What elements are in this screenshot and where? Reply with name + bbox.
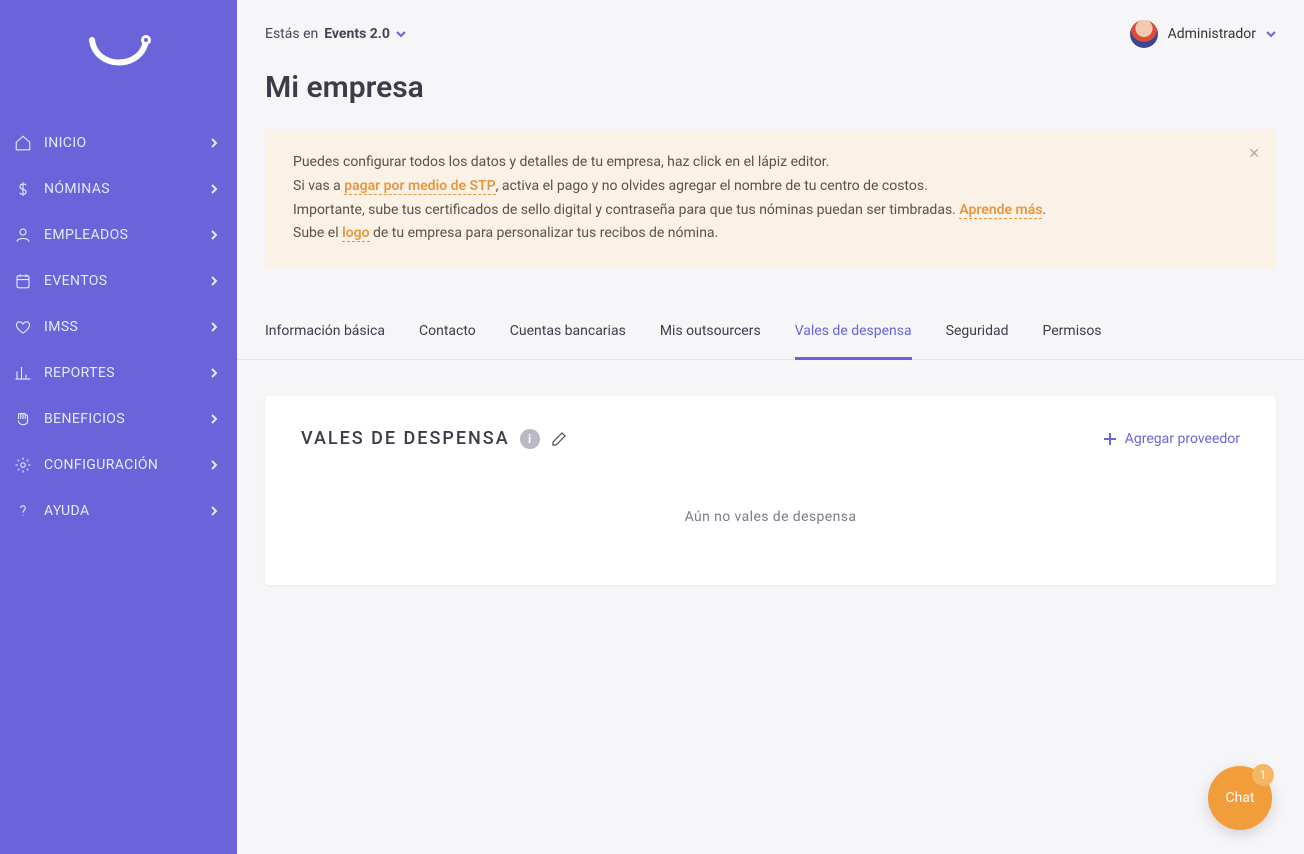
alert-line-4: Sube el logo de tu empresa para personal…: [293, 222, 1248, 246]
sidebar-item-label: INICIO: [44, 135, 87, 151]
tab-informacion-basica[interactable]: Información básica: [265, 309, 385, 360]
tab-cuentas-bancarias[interactable]: Cuentas bancarias: [510, 309, 626, 360]
sidebar: INICIO NÓMINAS EMPLEADOS: [0, 0, 237, 854]
learn-more-link[interactable]: Aprende más: [959, 202, 1042, 219]
sidebar-item-label: NÓMINAS: [44, 181, 110, 197]
workspace-prefix: Estás en: [265, 26, 318, 42]
tab-permisos[interactable]: Permisos: [1043, 309, 1102, 360]
close-icon[interactable]: ✕: [1248, 143, 1260, 167]
workspace-selector[interactable]: Estás en Events 2.0: [265, 26, 406, 42]
avatar: [1130, 20, 1158, 48]
dollar-icon: [14, 180, 32, 198]
sidebar-item-configuracion[interactable]: CONFIGURACIÓN: [0, 442, 237, 488]
chevron-right-icon: [209, 460, 219, 470]
tab-contacto[interactable]: Contacto: [419, 309, 476, 360]
info-alert: ✕ Puedes configurar todos los datos y de…: [265, 129, 1276, 268]
add-provider-label: Agregar proveedor: [1125, 431, 1240, 447]
tabs: Información básica Contacto Cuentas banc…: [237, 308, 1304, 360]
sidebar-item-inicio[interactable]: INICIO: [0, 120, 237, 166]
main: Estás en Events 2.0 Administrador Mi emp…: [237, 0, 1304, 854]
sidebar-item-label: EVENTOS: [44, 273, 108, 289]
sidebar-item-imss[interactable]: IMSS: [0, 304, 237, 350]
sidebar-item-label: EMPLEADOS: [44, 227, 128, 243]
workspace-name: Events 2.0: [324, 26, 390, 42]
card-title: VALES DE DESPENSA: [301, 428, 510, 449]
chevron-right-icon: [209, 368, 219, 378]
chat-label: Chat: [1225, 790, 1254, 806]
chat-button[interactable]: Chat 1: [1208, 766, 1272, 830]
help-icon: [14, 502, 32, 520]
tab-vales-de-despensa[interactable]: Vales de despensa: [795, 309, 912, 360]
sidebar-item-nominas[interactable]: NÓMINAS: [0, 166, 237, 212]
hand-icon: [14, 410, 32, 428]
page-title: Mi empresa: [237, 60, 1304, 129]
sidebar-item-label: AYUDA: [44, 503, 90, 519]
home-icon: [14, 134, 32, 152]
nav: INICIO NÓMINAS EMPLEADOS: [0, 120, 237, 534]
chevron-right-icon: [209, 184, 219, 194]
chevron-down-icon: [1266, 29, 1276, 39]
gear-icon: [14, 456, 32, 474]
chevron-right-icon: [209, 230, 219, 240]
info-icon[interactable]: i: [520, 429, 540, 449]
sidebar-item-eventos[interactable]: EVENTOS: [0, 258, 237, 304]
alert-line-2: Si vas a pagar por medio de STP, activa …: [293, 175, 1248, 199]
plus-icon: [1103, 432, 1117, 446]
add-provider-button[interactable]: Agregar proveedor: [1103, 431, 1240, 447]
sidebar-item-empleados[interactable]: EMPLEADOS: [0, 212, 237, 258]
alert-line-1: Puedes configurar todos los datos y deta…: [293, 151, 1248, 175]
vales-card: VALES DE DESPENSA i Agregar proveedor Aú…: [265, 396, 1276, 585]
chevron-right-icon: [209, 276, 219, 286]
card-head: VALES DE DESPENSA i Agregar proveedor: [301, 428, 1240, 449]
sidebar-item-beneficios[interactable]: BENEFICIOS: [0, 396, 237, 442]
calendar-icon: [14, 272, 32, 290]
tab-mis-outsourcers[interactable]: Mis outsourcers: [660, 309, 761, 360]
empty-state: Aún no vales de despensa: [301, 509, 1240, 525]
chat-badge: 1: [1252, 764, 1274, 786]
heart-icon: [14, 318, 32, 336]
bar-chart-icon: [14, 364, 32, 382]
sidebar-item-ayuda[interactable]: AYUDA: [0, 488, 237, 534]
chevron-down-icon: [396, 29, 406, 39]
sidebar-item-label: CONFIGURACIÓN: [44, 457, 158, 473]
stp-link[interactable]: pagar por medio de STP: [344, 178, 495, 195]
logo-link[interactable]: logo: [342, 225, 369, 242]
sidebar-item-label: BENEFICIOS: [44, 411, 125, 427]
tab-seguridad[interactable]: Seguridad: [946, 309, 1009, 360]
edit-icon[interactable]: [550, 430, 568, 448]
smile-logo-icon: [84, 30, 154, 80]
sidebar-item-label: REPORTES: [44, 365, 115, 381]
card-title-group: VALES DE DESPENSA i: [301, 428, 568, 449]
chevron-right-icon: [209, 322, 219, 332]
alert-line-3: Importante, sube tus certificados de sel…: [293, 199, 1248, 223]
chevron-right-icon: [209, 506, 219, 516]
header: Estás en Events 2.0 Administrador: [237, 0, 1304, 60]
chevron-right-icon: [209, 414, 219, 424]
sidebar-item-label: IMSS: [44, 319, 78, 335]
logo: [0, 30, 237, 80]
user-role: Administrador: [1168, 26, 1256, 42]
chevron-right-icon: [209, 138, 219, 148]
user-icon: [14, 226, 32, 244]
user-menu[interactable]: Administrador: [1130, 20, 1276, 48]
sidebar-item-reportes[interactable]: REPORTES: [0, 350, 237, 396]
